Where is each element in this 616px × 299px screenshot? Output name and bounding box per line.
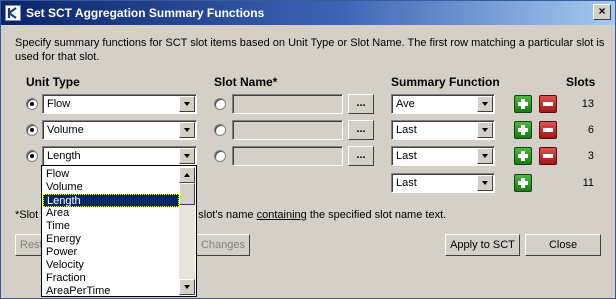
add-row-icon[interactable] xyxy=(514,121,532,139)
browse-slot-button[interactable]: ... xyxy=(348,94,374,114)
summary-function-value: Last xyxy=(396,150,417,162)
unit-type-value: Flow xyxy=(47,98,71,110)
browse-slot-button[interactable]: ... xyxy=(348,120,374,140)
slot-count: 13 xyxy=(581,98,594,110)
chevron-down-icon[interactable] xyxy=(179,148,195,164)
note-middle: slot's name xyxy=(198,209,254,221)
note-underlined: containing xyxy=(256,209,307,221)
slot-name-radio[interactable] xyxy=(214,150,226,162)
summary-function-combo[interactable]: Last xyxy=(391,120,495,140)
summary-function-combo[interactable]: Ave xyxy=(391,94,495,114)
unit-type-header: Unit Type xyxy=(26,75,80,89)
slot-name-field xyxy=(232,120,343,140)
chevron-down-icon[interactable] xyxy=(477,148,493,164)
dropdown-option[interactable]: Area xyxy=(43,207,179,220)
title-bar[interactable]: Set SCT Aggregation Summary Functions × xyxy=(1,1,615,25)
summary-function-header: Summary Function xyxy=(391,75,500,89)
close-window-button[interactable]: × xyxy=(593,4,611,20)
dropdown-option[interactable]: Energy xyxy=(43,233,179,246)
scroll-thumb[interactable] xyxy=(179,183,195,205)
chevron-down-icon[interactable] xyxy=(477,175,493,191)
dropdown-scrollbar[interactable] xyxy=(179,167,195,295)
unit-type-value: Volume xyxy=(47,124,84,136)
unit-type-combo[interactable]: Length xyxy=(42,146,197,166)
add-row-icon[interactable] xyxy=(514,174,532,192)
unit-type-value: Length xyxy=(47,150,81,162)
app-logo-icon xyxy=(5,5,21,21)
chevron-down-icon[interactable] xyxy=(179,96,195,112)
add-row-icon[interactable] xyxy=(514,95,532,113)
slot-name-radio[interactable] xyxy=(214,124,226,136)
chevron-down-icon[interactable] xyxy=(477,122,493,138)
slot-name-header: Slot Name* xyxy=(214,75,278,89)
summary-function-value: Last xyxy=(396,124,417,136)
default-slot-count: 11 xyxy=(582,177,594,189)
summary-function-value: Ave xyxy=(396,98,415,110)
slot-name-radio[interactable] xyxy=(214,98,226,110)
scroll-down-icon[interactable] xyxy=(179,279,195,295)
unit-type-radio[interactable] xyxy=(26,98,38,110)
slot-count: 6 xyxy=(587,124,594,136)
default-function-value: Last xyxy=(396,177,417,189)
note-prefix: *Slot xyxy=(15,209,39,221)
slot-name-field xyxy=(232,94,343,114)
default-function-combo[interactable]: Last xyxy=(391,173,495,193)
slot-count: 3 xyxy=(587,150,594,162)
dropdown-option[interactable]: Flow xyxy=(43,168,179,181)
unit-type-combo[interactable]: Volume xyxy=(42,120,197,140)
dropdown-option[interactable]: Volume xyxy=(43,181,179,194)
unit-type-radio[interactable] xyxy=(26,124,38,136)
scroll-up-icon[interactable] xyxy=(179,167,195,183)
dropdown-option[interactable]: Power xyxy=(43,246,179,259)
dropdown-option[interactable]: Velocity xyxy=(43,259,179,272)
unit-type-dropdown-list[interactable]: Flow Volume Length Area Time Energy Powe… xyxy=(41,165,197,297)
dropdown-option[interactable]: Time xyxy=(43,220,179,233)
browse-slot-button[interactable]: ... xyxy=(348,146,374,166)
dropdown-option[interactable]: Fraction xyxy=(43,272,179,285)
chevron-down-icon[interactable] xyxy=(477,96,493,112)
slots-header: Slots xyxy=(566,75,596,89)
dropdown-option[interactable]: AreaPerTime xyxy=(43,285,179,295)
apply-to-sct-button[interactable]: Apply to SCT xyxy=(445,234,520,256)
unit-type-combo[interactable]: Flow xyxy=(42,94,197,114)
chevron-down-icon[interactable] xyxy=(179,122,195,138)
add-row-icon[interactable] xyxy=(514,147,532,165)
note-suffix: the specified slot name text. xyxy=(309,209,447,221)
dropdown-option-selected[interactable]: Length xyxy=(43,194,179,207)
unit-type-radio[interactable] xyxy=(26,150,38,162)
instructions-text: Specify summary functions for SCT slot i… xyxy=(15,37,605,63)
slot-name-field xyxy=(232,146,343,166)
window-title: Set SCT Aggregation Summary Functions xyxy=(26,6,265,20)
close-button[interactable]: Close xyxy=(525,234,601,256)
apply-changes-button[interactable]: Changes xyxy=(196,234,250,256)
summary-function-combo[interactable]: Last xyxy=(391,146,495,166)
